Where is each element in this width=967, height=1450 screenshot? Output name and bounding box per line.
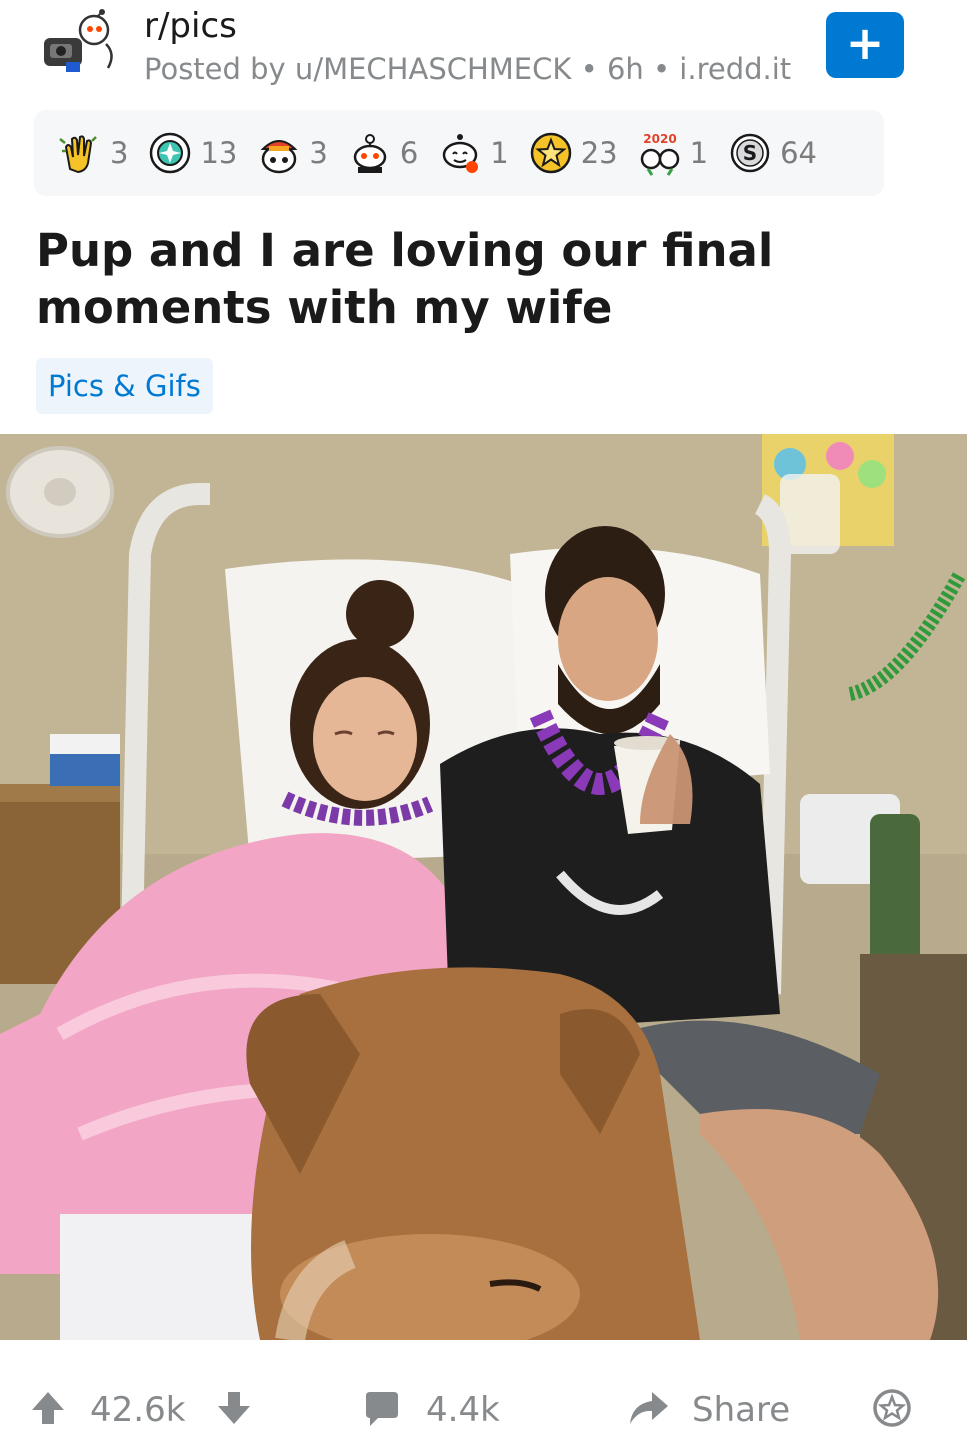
comment-bubble-icon[interactable] xyxy=(362,1390,402,1430)
give-award-icon[interactable] xyxy=(872,1388,912,1428)
wholesome-hands-icon xyxy=(59,135,97,174)
award-item[interactable]: S 64 xyxy=(726,129,817,177)
award-count: 6 xyxy=(399,136,419,170)
snoo-crew-icon xyxy=(353,134,387,173)
comment-count[interactable]: 4.4k xyxy=(426,1390,500,1430)
post-image[interactable] xyxy=(0,434,967,1340)
svg-text:S: S xyxy=(743,141,757,165)
subreddit-name[interactable]: r/pics xyxy=(144,6,237,46)
award-count: 23 xyxy=(580,136,618,170)
award-count: 64 xyxy=(780,136,817,170)
share-arrow-icon[interactable] xyxy=(626,1388,670,1428)
award-count: 1 xyxy=(490,136,509,170)
award-item[interactable]: 6 xyxy=(346,129,418,177)
award-count: 3 xyxy=(110,136,129,170)
post-action-bar: 42.6k 4.4k Share xyxy=(0,1360,967,1450)
awards-bar[interactable]: 3 13 3 6 1 23 2020 1 S 64 xyxy=(34,110,884,196)
award-count: 1 xyxy=(689,136,709,170)
downvote-arrow-icon[interactable] xyxy=(214,1388,254,1428)
award-item[interactable]: 23 xyxy=(527,129,618,177)
award-badge-text: 2020 xyxy=(643,132,676,146)
award-item[interactable]: 13 xyxy=(146,129,237,177)
gem-shield-icon xyxy=(150,132,191,174)
vote-count: 42.6k xyxy=(90,1390,186,1430)
join-button[interactable]: + xyxy=(826,12,904,78)
post-meta: Posted by u/MECHASCHMECK • 6h • i.redd.i… xyxy=(144,52,792,86)
hospital-photo xyxy=(0,434,967,1340)
plus-icon: + xyxy=(845,16,885,70)
gold-star-icon xyxy=(530,132,571,174)
award-item[interactable]: 1 xyxy=(436,129,509,177)
silver-coin-icon: S xyxy=(730,133,770,173)
award-item[interactable]: 2020 1 xyxy=(636,129,708,177)
post-header: r/pics Posted by u/MECHASCHMECK • 6h • i… xyxy=(0,0,967,100)
award-item[interactable]: 3 xyxy=(255,129,328,177)
award-count: 13 xyxy=(200,136,238,170)
snoo-hat-icon xyxy=(260,140,298,174)
snoo-hug-icon xyxy=(443,134,479,173)
subreddit-avatar-icon[interactable] xyxy=(36,4,120,88)
post-title[interactable]: Pup and I are loving our final moments w… xyxy=(36,222,936,336)
share-button[interactable]: Share xyxy=(692,1390,790,1430)
award-count: 3 xyxy=(309,136,328,170)
post-flair[interactable]: Pics & Gifs xyxy=(36,358,213,414)
2020-glasses-icon: 2020 xyxy=(640,132,679,176)
upvote-arrow-icon[interactable] xyxy=(28,1388,68,1428)
award-item[interactable]: 3 xyxy=(56,129,128,177)
